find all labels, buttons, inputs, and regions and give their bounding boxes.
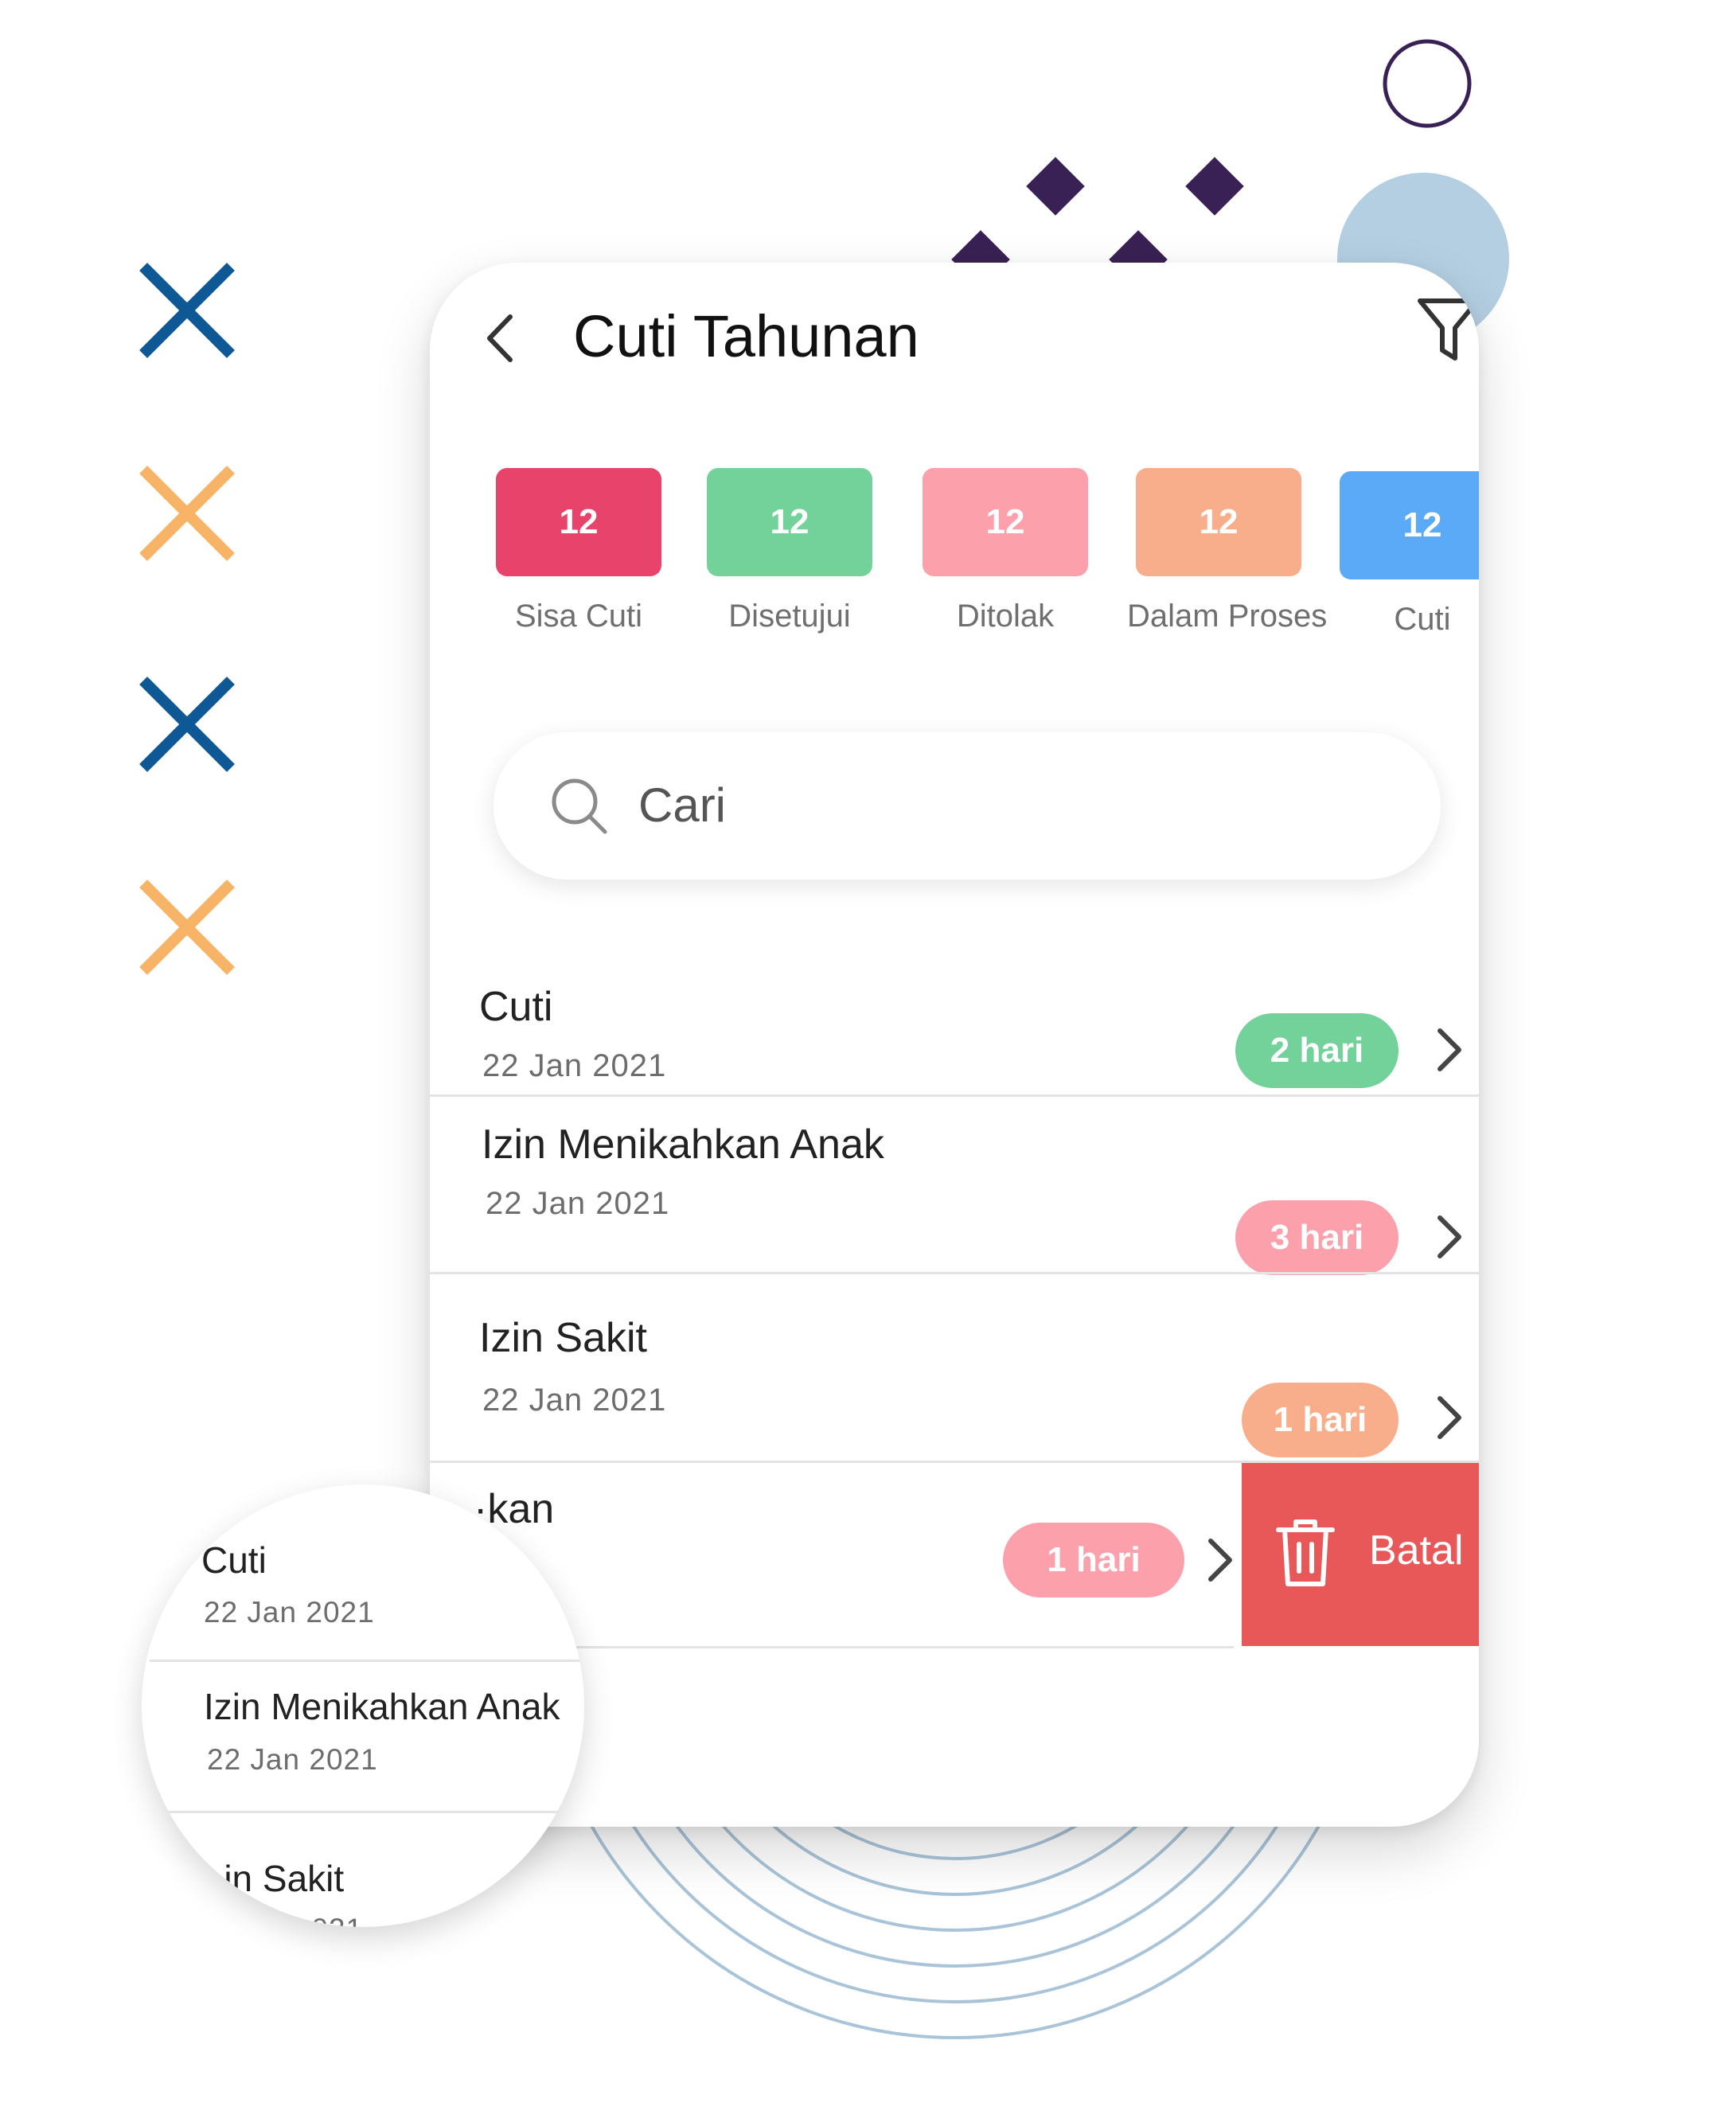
item-title: Izin Sakit [479,1315,647,1361]
stat-value: 12 [707,468,872,576]
stat-sisa-cuti[interactable]: 12 Sisa Cuti [487,468,670,634]
trash-icon [1276,1519,1335,1586]
list-item[interactable]: Izin Menikahkan Anak 22 Jan 2021 3 hari [430,1097,1479,1275]
cancel-label: Batal [1369,1527,1464,1574]
item-date: 22 Jan 2021 [482,1048,667,1083]
stat-disetujui[interactable]: 12 Disetujui [698,468,881,634]
duration-badge: 1 hari [1242,1383,1399,1457]
blue-x-mark-icon [139,263,235,358]
stat-label: Sisa Cuti [514,599,643,634]
filter-button[interactable] [1417,295,1479,366]
chevron-right-icon [1438,1215,1461,1258]
item-title: Cuti [479,984,553,1030]
chevron-right-icon [1438,1028,1461,1071]
stat-ditolak[interactable]: 12 Ditolak [914,468,1097,634]
divider [150,1660,584,1662]
zoom-item-title: ·in Sakit [212,1858,345,1899]
divider [150,1811,584,1813]
orange-x-mark-icon [139,880,235,975]
back-button[interactable] [474,310,529,366]
stat-cuti[interactable]: 12 Cuti [1331,471,1479,638]
duration-badge: 2 hari [1235,1013,1399,1088]
stat-label: Disetujui [728,599,851,634]
duration-badge: 1 hari [1003,1523,1184,1597]
orange-x-mark-icon [139,466,235,561]
list-item[interactable]: Cuti 22 Jan 2021 2 hari [430,951,1479,1114]
chevron-right-icon [1208,1539,1232,1582]
chevron-left-icon [487,314,513,362]
item-date: 22 Jan 2021 [482,1383,667,1418]
search-bar[interactable] [493,732,1441,880]
stat-label: Ditolak [956,599,1055,634]
stat-value: 12 [923,468,1088,576]
duration-badge: 3 hari [1235,1200,1399,1275]
outline-circle-icon [1383,39,1472,128]
stat-dalam-proses[interactable]: 12 Dalam Proses [1127,468,1328,634]
zoom-item-date: 22 Jan 2021 [204,1596,375,1629]
filter-icon [1418,298,1479,361]
zoom-item-title: Cuti [201,1539,267,1581]
stat-value: 12 [496,468,661,576]
zoom-item-date: 22 Jan 2021 [207,1743,378,1776]
search-input[interactable] [637,764,1396,845]
zoom-item-date: ·021 [301,1913,363,1927]
item-title: Izin Menikahkan Anak [482,1122,884,1168]
list-item[interactable]: Izin Sakit 22 Jan 2021 1 hari [430,1274,1479,1461]
blue-x-mark-icon [139,677,235,772]
cancel-swipe-button[interactable]: Batal [1242,1463,1479,1646]
page-title: Cuti Tahunan [573,303,919,369]
stat-label: Cuti [1394,602,1451,637]
chevron-right-icon [1438,1396,1461,1439]
item-date: 22 Jan 2021 [486,1186,670,1221]
stat-value: 12 [1136,468,1301,576]
leave-screen-card: Cuti Tahunan 12 Sisa Cuti 12 Disetujui 1… [430,263,1479,1827]
stat-value: 12 [1340,471,1479,579]
stat-label: Dalam Proses [1127,599,1328,634]
zoom-item-title: Izin Menikahkan Anak [204,1686,560,1727]
zoom-magnifier: Cuti 22 Jan 2021 Izin Menikahkan Anak 22… [142,1484,584,1927]
search-icon [552,778,607,834]
